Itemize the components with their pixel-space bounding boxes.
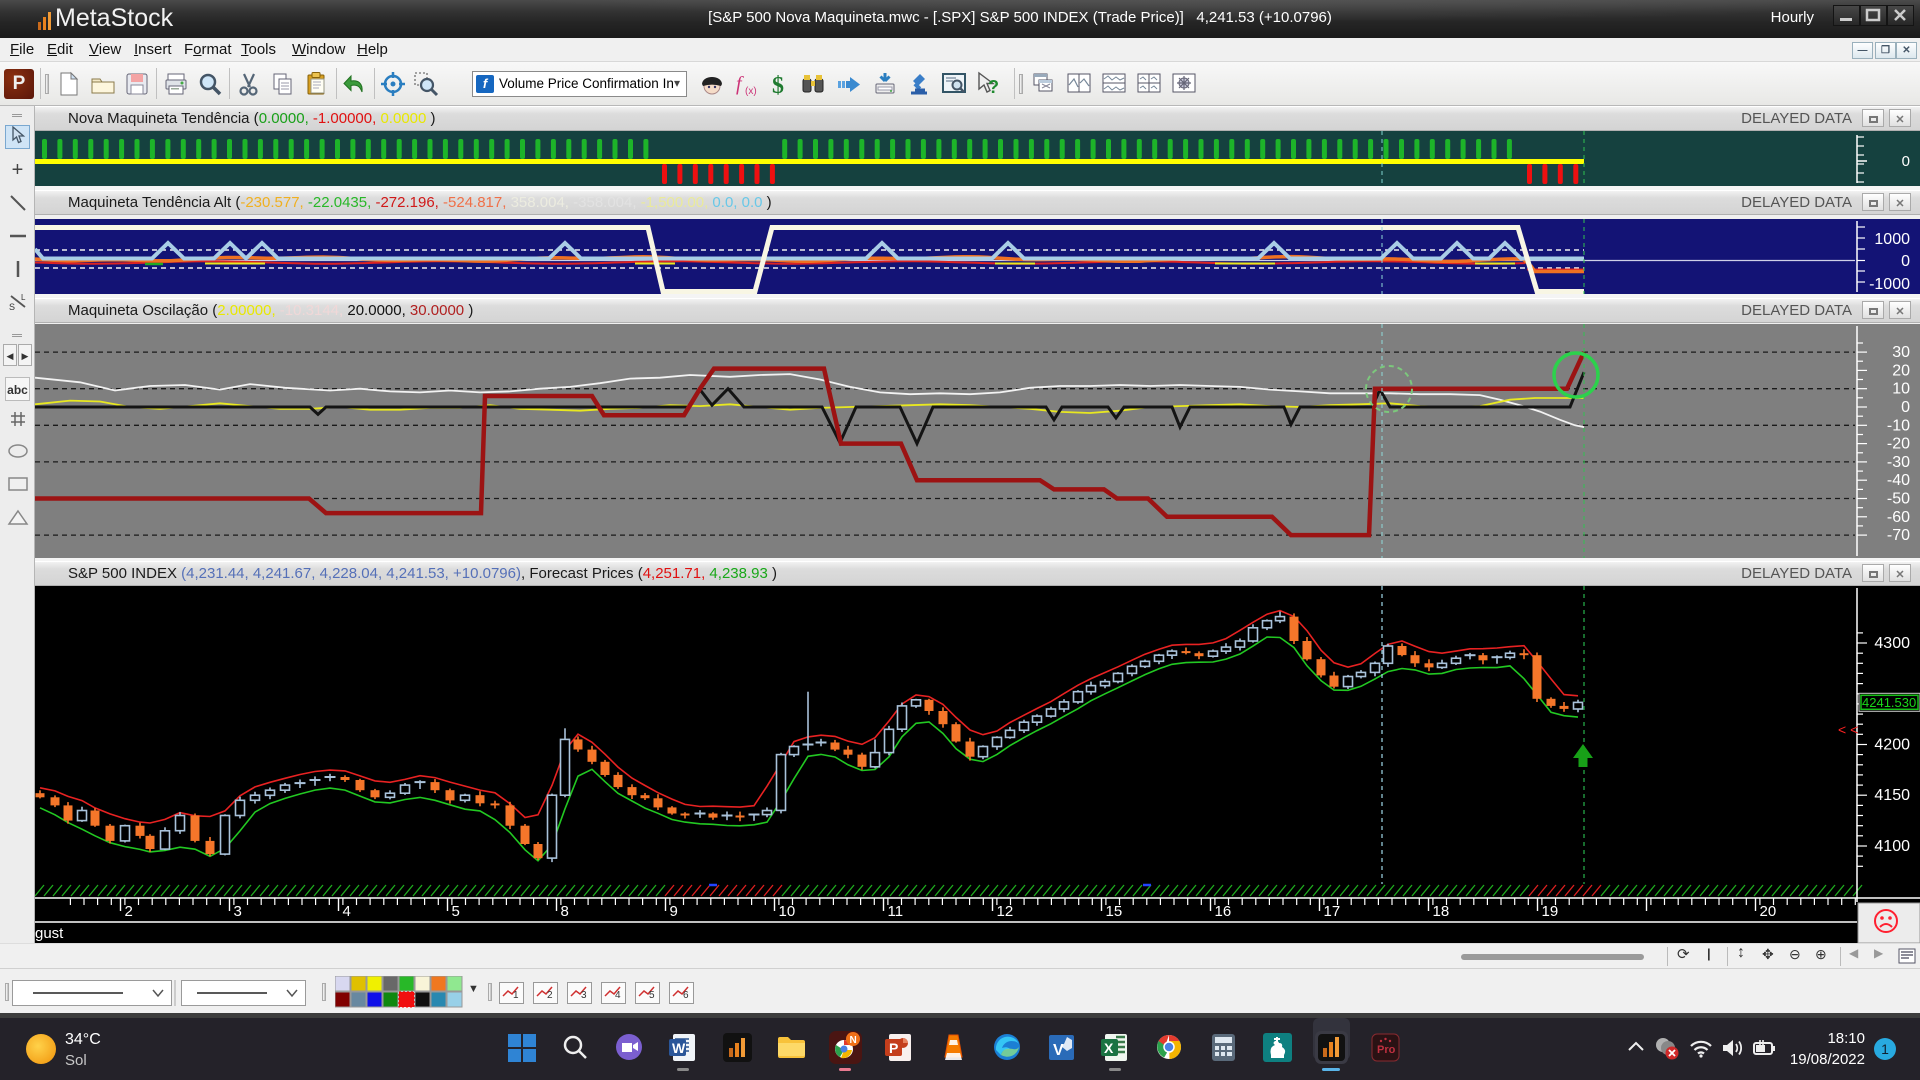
svg-text:18: 18 [1433, 903, 1450, 920]
svg-text:4100: 4100 [1874, 838, 1910, 855]
svg-text:< <: < < [1838, 721, 1858, 737]
svg-text:-40: -40 [1887, 472, 1910, 489]
svg-text:17: 17 [1324, 903, 1341, 920]
svg-text:4: 4 [343, 903, 351, 920]
svg-text:S: S [9, 302, 15, 311]
svg-text:8: 8 [561, 903, 569, 920]
svg-text:4: 4 [615, 990, 621, 1001]
svg-text:2: 2 [547, 990, 553, 1001]
svg-text:19: 19 [1542, 903, 1559, 920]
svg-text:15: 15 [1106, 903, 1123, 920]
svg-text:4241.530: 4241.530 [1862, 695, 1916, 710]
svg-text:-60: -60 [1887, 509, 1910, 526]
svg-text:5: 5 [649, 990, 655, 1001]
svg-text:V: V [1053, 1042, 1064, 1059]
svg-text:20: 20 [1892, 362, 1910, 379]
svg-text:-20: -20 [1887, 436, 1910, 453]
svg-text:2: 2 [125, 903, 133, 920]
svg-text:?: ? [988, 77, 999, 97]
svg-text:N: N [850, 1035, 857, 1046]
svg-text:-10: -10 [1887, 417, 1910, 434]
svg-text:L: L [21, 293, 26, 302]
svg-text:P: P [889, 1040, 898, 1056]
svg-text:0: 0 [1901, 399, 1910, 416]
svg-text:gust: gust [35, 925, 64, 942]
svg-text:-50: -50 [1887, 491, 1910, 508]
svg-text:11: 11 [888, 903, 904, 920]
svg-text:-1000: -1000 [1869, 276, 1910, 293]
svg-text:0: 0 [1902, 153, 1910, 170]
svg-text:0: 0 [1901, 253, 1910, 270]
svg-text:10: 10 [779, 903, 796, 920]
svg-text:6: 6 [683, 990, 689, 1001]
svg-text:-70: -70 [1887, 527, 1910, 544]
svg-text:12: 12 [997, 903, 1014, 920]
svg-text:X: X [1104, 1040, 1114, 1056]
svg-text:3: 3 [581, 990, 587, 1001]
svg-text:20: 20 [1760, 903, 1777, 920]
svg-text:$: $ [772, 73, 784, 97]
svg-text:10: 10 [1892, 381, 1910, 398]
svg-text:3: 3 [234, 903, 242, 920]
svg-text:f: f [736, 73, 744, 95]
svg-text:5: 5 [452, 903, 460, 920]
svg-text:-30: -30 [1887, 454, 1910, 471]
svg-text:Pro: Pro [1377, 1044, 1396, 1056]
svg-text:9: 9 [670, 903, 678, 920]
svg-text:4300: 4300 [1874, 635, 1910, 652]
svg-text:1000: 1000 [1874, 231, 1910, 248]
svg-text:W: W [672, 1040, 686, 1056]
svg-text:30: 30 [1892, 344, 1910, 361]
svg-text:(x): (x) [745, 86, 757, 97]
svg-text:4150: 4150 [1874, 787, 1910, 804]
svg-text:4200: 4200 [1874, 737, 1910, 754]
svg-text:16: 16 [1215, 903, 1232, 920]
svg-text:1: 1 [513, 990, 519, 1001]
